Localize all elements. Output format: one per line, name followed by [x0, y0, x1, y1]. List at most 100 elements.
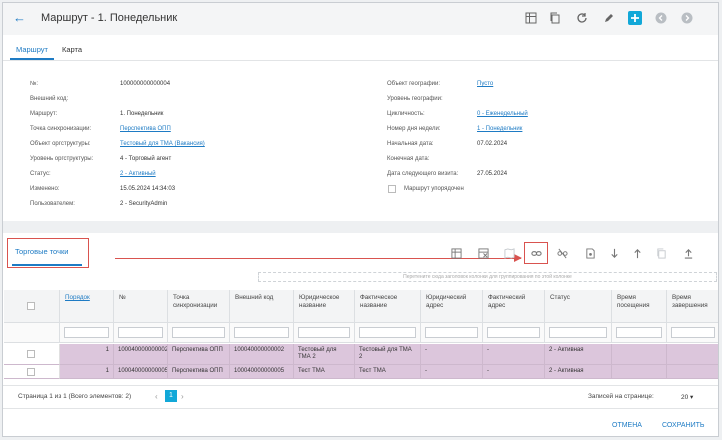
prev-page-button[interactable]: ‹: [155, 392, 158, 401]
filter-cell: [60, 323, 114, 343]
table-cell[interactable]: Тест ТМА: [294, 365, 355, 379]
tab-map[interactable]: Карта: [62, 45, 82, 54]
table-cell[interactable]: -: [421, 344, 483, 365]
column-order[interactable]: Порядок: [60, 290, 114, 323]
filter-legal-name-input[interactable]: [298, 327, 350, 338]
column-visit-time[interactable]: Время посещения: [612, 290, 667, 323]
filter-cell: [355, 323, 421, 343]
arrow-left-icon[interactable]: ←: [13, 10, 26, 25]
tab-trade-points[interactable]: Торговые точки: [15, 247, 68, 256]
upload-icon[interactable]: [681, 246, 695, 260]
row-checkbox[interactable]: [27, 368, 35, 376]
page-size-select[interactable]: 20 ▾: [681, 393, 693, 401]
trade-points-grid: Порядок № Точка синхронизации Внешний ко…: [4, 290, 718, 383]
table-cell[interactable]: -: [421, 365, 483, 379]
table-cell[interactable]: 100040000000005: [114, 365, 168, 379]
group-drop-zone[interactable]: Перетените сюда заголовок колонки для гр…: [258, 272, 717, 282]
column-status[interactable]: Статус: [545, 290, 612, 323]
column-legal-name[interactable]: Юридическое название: [294, 290, 355, 323]
status-link[interactable]: 2 - Активный: [120, 171, 156, 177]
field-label: Конечная дата:: [387, 156, 430, 162]
table-cell[interactable]: -: [483, 365, 545, 379]
field-value: 4 - Торговый агент: [120, 156, 172, 162]
field-value: 15.05.2024 14:34:03: [120, 186, 176, 192]
table-cell[interactable]: Перспектива ОПП: [168, 344, 230, 365]
filter-sync-point-input[interactable]: [172, 327, 225, 338]
save-button[interactable]: СОХРАНИТЬ: [662, 422, 705, 429]
field-label: Точка синхронизации:: [30, 126, 92, 132]
table-cell[interactable]: [612, 344, 667, 365]
table-export-icon[interactable]: [476, 246, 490, 260]
file-icon[interactable]: [583, 246, 597, 260]
table-cell[interactable]: Тестовый для ТМА 2: [355, 344, 421, 365]
column-sync-point[interactable]: Точка синхронизации: [168, 290, 230, 323]
table-cell[interactable]: -: [483, 344, 545, 365]
cyclicity-link[interactable]: 0 - Еженедельный: [477, 111, 528, 117]
field-value: 2 - SecurityAdmin: [120, 201, 168, 207]
dialog-footer: ОТМЕНА СОХРАНИТЬ: [3, 408, 718, 436]
geo-object-link[interactable]: Пусто: [477, 81, 493, 87]
field-label: Объект географии:: [387, 81, 440, 87]
table-cell[interactable]: 1: [60, 365, 114, 379]
filter-cell: [545, 323, 612, 343]
map-icon[interactable]: [502, 246, 516, 260]
next-page-button[interactable]: ›: [181, 392, 184, 401]
table-cell[interactable]: 100040000000002: [114, 344, 168, 365]
arrow-down-icon[interactable]: [607, 246, 621, 260]
column-actual-address[interactable]: Фактический адрес: [483, 290, 545, 323]
table-cell[interactable]: [667, 365, 718, 379]
table-cell[interactable]: 1: [60, 344, 114, 365]
table-cell[interactable]: Тест ТМА: [355, 365, 421, 379]
table-settings-icon[interactable]: [449, 246, 463, 260]
filter-cell: [294, 323, 355, 343]
filter-cell: [114, 323, 168, 343]
filter-actual-address-input[interactable]: [487, 327, 540, 338]
add-icon[interactable]: [628, 11, 642, 25]
next-circle-icon[interactable]: [680, 11, 694, 25]
copy-icon[interactable]: [654, 246, 668, 260]
prev-circle-icon[interactable]: [654, 11, 668, 25]
copy-icon[interactable]: [548, 11, 562, 25]
row-checkbox[interactable]: [27, 350, 35, 358]
table-cell[interactable]: Тестовый для ТМА 2: [294, 344, 355, 365]
tab-route[interactable]: Маршрут: [10, 45, 54, 60]
table-cell[interactable]: 2 - Активная: [545, 344, 612, 365]
refresh-icon[interactable]: [575, 11, 589, 25]
column-number[interactable]: №: [114, 290, 168, 323]
field-label: Маршрут:: [30, 111, 58, 117]
sync-point-link[interactable]: Перспектива ОПП: [120, 126, 171, 132]
filter-visit-time-input[interactable]: [616, 327, 662, 338]
field-value: 27.05.2024: [477, 171, 508, 177]
weekday-link[interactable]: 1 - Понедельник: [477, 126, 522, 132]
filter-number-input[interactable]: [118, 327, 163, 338]
column-external-code[interactable]: Внешний код: [230, 290, 294, 323]
table-export-icon[interactable]: [524, 11, 538, 25]
select-all-checkbox[interactable]: [27, 302, 35, 310]
column-actual-name[interactable]: Фактическое название: [355, 290, 421, 323]
table-cell[interactable]: [612, 365, 667, 379]
route-ordered-checkbox[interactable]: [388, 185, 396, 193]
filter-external-code-input[interactable]: [234, 327, 289, 338]
unlink-icon[interactable]: [555, 246, 569, 260]
filter-actual-name-input[interactable]: [359, 327, 416, 338]
arrow-up-icon[interactable]: [630, 246, 644, 260]
table-cell[interactable]: 100040000000005: [230, 365, 294, 379]
filter-end-time-input[interactable]: [671, 327, 715, 338]
table-cell[interactable]: 100040000000002: [230, 344, 294, 365]
field-label: Уровень оргструктуры:: [30, 156, 94, 162]
filter-legal-address-input[interactable]: [425, 327, 478, 338]
link-icon[interactable]: [529, 246, 543, 260]
tab-bar: Маршрут Карта: [3, 41, 718, 61]
field-value: 1. Понедельник: [120, 111, 164, 117]
org-object-link[interactable]: Тестовый для ТМА (Вакансия): [120, 141, 205, 147]
table-cell[interactable]: [667, 344, 718, 365]
column-end-time[interactable]: Время завершения: [667, 290, 718, 323]
filter-order-input[interactable]: [64, 327, 109, 338]
cancel-button[interactable]: ОТМЕНА: [612, 422, 642, 429]
edit-icon[interactable]: [602, 11, 616, 25]
table-cell[interactable]: 2 - Активная: [545, 365, 612, 379]
table-cell[interactable]: Перспектива ОПП: [168, 365, 230, 379]
filter-status-input[interactable]: [549, 327, 607, 338]
page-button-current[interactable]: 1: [165, 390, 177, 402]
column-legal-address[interactable]: Юридический адрес: [421, 290, 483, 323]
